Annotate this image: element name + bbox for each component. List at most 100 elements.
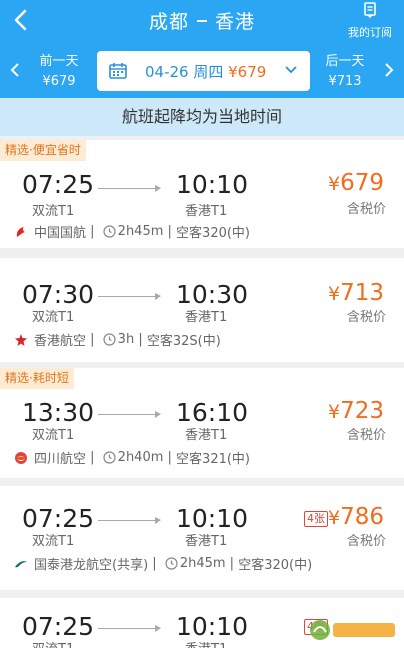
separator: | bbox=[225, 556, 239, 571]
hong-kong-airlines-logo-icon bbox=[15, 333, 27, 346]
prev-day-label: 前一天 bbox=[39, 54, 79, 69]
flight-info: 四川航空 | 2h40m | 空客321(中) bbox=[14, 448, 250, 467]
flight-price: ¥786 bbox=[328, 504, 384, 530]
selected-date-price: ¥679 bbox=[228, 63, 267, 81]
air-china-logo-icon bbox=[16, 226, 25, 237]
calendar-icon bbox=[109, 63, 127, 79]
seats-left-badge: 4张 bbox=[304, 511, 328, 527]
tax-label: 含税价 bbox=[346, 202, 386, 217]
origin-city: 成都 bbox=[148, 11, 189, 33]
selected-date-text: 04-26 周四 bbox=[145, 63, 224, 81]
watermark-logo-icon bbox=[310, 620, 395, 640]
arrival-time: 10:30 bbox=[176, 280, 249, 309]
flight-info: 国泰港龙航空(共享) | 2h45m | 空客320(中) bbox=[14, 554, 312, 573]
separator: | bbox=[148, 556, 161, 571]
tax-label: 含税价 bbox=[346, 428, 386, 443]
departure-airport: 双流T1 bbox=[32, 534, 75, 549]
flight-card[interactable]: 07:30 双流T1 10:30 香港T1 ¥713 含税价 香港航空 | 3h… bbox=[0, 258, 404, 362]
date-selector[interactable]: 04-26 周四 ¥679 bbox=[97, 51, 310, 91]
flight-duration: 3h bbox=[117, 332, 135, 347]
clock-icon bbox=[103, 451, 116, 464]
next-day-button[interactable]: 后一天 ¥713 bbox=[310, 52, 380, 92]
airline-name: 四川航空 bbox=[34, 452, 87, 467]
price-value: 713 bbox=[340, 280, 384, 306]
aircraft-type: 空客32S(中) bbox=[146, 334, 221, 349]
route-arrow-icon bbox=[98, 517, 161, 524]
route-arrow-icon bbox=[98, 293, 161, 300]
route-arrow-icon bbox=[98, 625, 161, 632]
arrival-airport: 香港T1 bbox=[185, 638, 227, 648]
tax-label: 含税价 bbox=[346, 310, 386, 325]
flight-info: 香港航空 | 3h | 空客32S(中) bbox=[14, 330, 221, 349]
arrival-airport: 香港T1 bbox=[185, 310, 228, 325]
flight-tag: 精选·耗时短 bbox=[0, 368, 74, 389]
departure-airport: 双流T1 bbox=[32, 638, 74, 648]
local-time-notice: 航班起降均为当地时间 bbox=[0, 98, 404, 136]
separator: | bbox=[163, 450, 177, 465]
price-value: 786 bbox=[340, 504, 384, 530]
separator: | bbox=[86, 450, 99, 465]
arrival-airport: 香港T1 bbox=[185, 204, 228, 219]
airline-name: 中国国航 bbox=[34, 226, 87, 241]
flight-price: ¥679 bbox=[328, 170, 384, 196]
flight-card[interactable]: 精选·便宜省时 07:25 双流T1 10:10 香港T1 ¥679 含税价 中… bbox=[0, 140, 404, 248]
separator: | bbox=[134, 332, 147, 347]
aircraft-type: 空客320(中) bbox=[238, 558, 313, 573]
chevron-down-icon bbox=[285, 66, 297, 74]
next-day-label: 后一天 bbox=[325, 54, 365, 69]
arrival-time: 16:10 bbox=[176, 398, 249, 427]
arrival-time: 10:10 bbox=[176, 612, 249, 641]
flight-card[interactable]: 精选·耗时短 13:30 双流T1 16:10 香港T1 ¥723 含税价 四川… bbox=[0, 368, 404, 478]
clock-icon bbox=[103, 333, 116, 346]
departure-airport: 双流T1 bbox=[32, 310, 75, 325]
departure-time: 13:30 bbox=[22, 398, 95, 427]
clock-icon bbox=[103, 225, 116, 238]
flight-price: ¥723 bbox=[328, 398, 384, 424]
subscribe-icon bbox=[364, 2, 376, 18]
prev-day-arrow-icon[interactable] bbox=[6, 59, 24, 81]
next-day-arrow-icon[interactable] bbox=[380, 59, 398, 81]
flight-tag: 精选·便宜省时 bbox=[0, 140, 86, 161]
departure-airport: 双流T1 bbox=[32, 428, 75, 443]
flight-duration: 2h45m bbox=[179, 556, 226, 571]
tax-label: 含税价 bbox=[346, 534, 386, 549]
arrival-time: 10:10 bbox=[176, 504, 249, 533]
prev-day-price: ¥679 bbox=[42, 74, 76, 89]
next-day-price: ¥713 bbox=[328, 74, 362, 89]
destination-city: 香港 bbox=[215, 11, 256, 33]
subscribe-label: 我的订阅 bbox=[348, 26, 392, 39]
departure-airport: 双流T1 bbox=[32, 204, 75, 219]
separator: | bbox=[86, 332, 99, 347]
airline-name: 香港航空 bbox=[34, 334, 87, 349]
clock-icon bbox=[165, 557, 178, 570]
cathay-dragon-logo-icon bbox=[15, 560, 27, 567]
flight-duration: 2h45m bbox=[117, 224, 164, 239]
route-arrow-icon bbox=[98, 185, 161, 192]
departure-time: 07:25 bbox=[22, 170, 95, 199]
aircraft-type: 空客321(中) bbox=[176, 452, 251, 467]
departure-time: 07:25 bbox=[22, 612, 95, 641]
separator: | bbox=[86, 224, 99, 239]
aircraft-type: 空客320(中) bbox=[176, 226, 251, 241]
airline-name: 国泰港龙航空(共享) bbox=[34, 558, 149, 573]
departure-time: 07:30 bbox=[22, 280, 95, 309]
top-bar: 成都 香港 我的订阅 bbox=[0, 0, 404, 44]
flight-price: ¥713 bbox=[328, 280, 384, 306]
subscribe-button[interactable]: 我的订阅 bbox=[342, 2, 398, 40]
arrival-airport: 香港T1 bbox=[185, 428, 228, 443]
flight-info: 中国国航 | 2h45m | 空客320(中) bbox=[14, 222, 250, 241]
price-value: 679 bbox=[340, 170, 384, 196]
price-value: 723 bbox=[340, 398, 384, 424]
route-dash-icon bbox=[197, 20, 207, 22]
sichuan-airlines-logo-icon bbox=[15, 451, 27, 464]
arrival-airport: 香港T1 bbox=[185, 534, 228, 549]
prev-day-button[interactable]: 前一天 ¥679 bbox=[24, 52, 94, 92]
date-bar: 前一天 ¥679 04-26 周四 ¥679 后一天 ¥713 bbox=[0, 44, 404, 98]
selected-date: 04-26 周四 ¥679 bbox=[145, 61, 266, 82]
separator: | bbox=[163, 224, 177, 239]
flight-duration: 2h40m bbox=[117, 450, 164, 465]
route-arrow-icon bbox=[98, 411, 161, 418]
arrival-time: 10:10 bbox=[176, 170, 249, 199]
flight-card[interactable]: 07:25 双流T1 10:10 香港T1 4张 ¥786 含税价 国泰港龙航空… bbox=[0, 486, 404, 590]
departure-time: 07:25 bbox=[22, 504, 95, 533]
